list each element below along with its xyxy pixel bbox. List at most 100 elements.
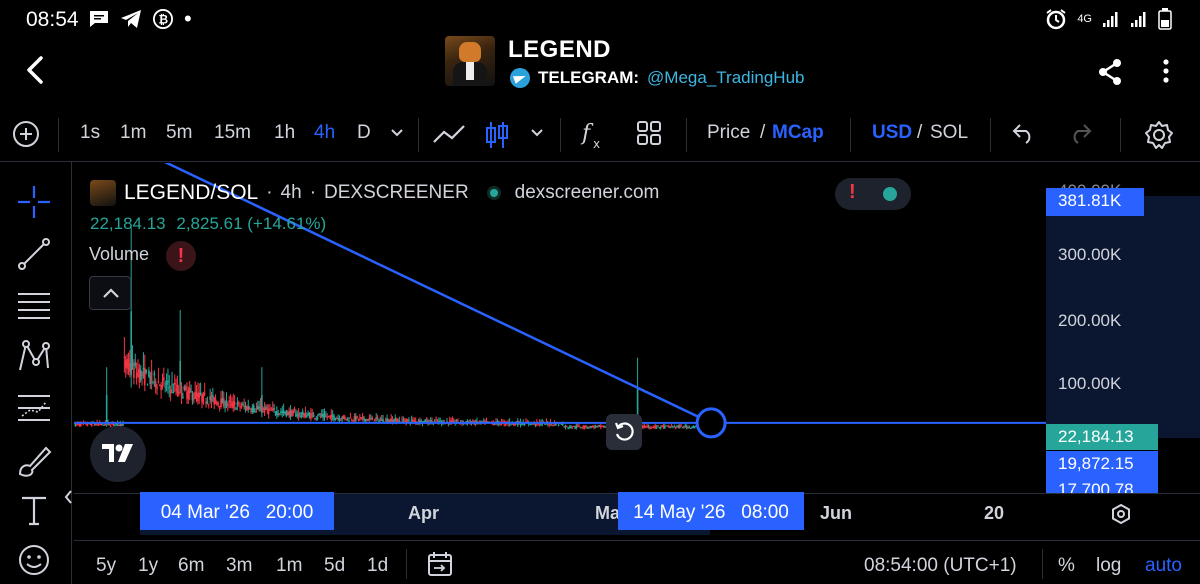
interval-d[interactable]: D: [357, 122, 371, 144]
candle-body: [327, 415, 330, 417]
range-1m[interactable]: 1m: [276, 555, 302, 577]
range-5d[interactable]: 5d: [324, 555, 345, 577]
reset-chart-button[interactable]: [606, 414, 642, 450]
clock[interactable]: 08:54:00 (UTC+1): [864, 555, 1017, 577]
more-icon[interactable]: [1162, 58, 1170, 84]
telegram-link[interactable]: TELEGRAM: @Mega_TradingHub: [510, 68, 804, 88]
interval-1s[interactable]: 1s: [80, 122, 100, 144]
candle-body: [665, 425, 667, 427]
candle-body: [154, 381, 157, 388]
candle-body: [664, 425, 666, 429]
candle-body: [683, 425, 685, 428]
candle-body: [255, 408, 258, 410]
chart-toolbar: 1s 1m 5m 15m 1h 4h D fx Price / MCap USD…: [0, 108, 1200, 162]
interval-4h[interactable]: 4h: [314, 122, 335, 144]
text-tool-icon[interactable]: [16, 492, 52, 528]
candle-body: [171, 384, 173, 386]
layout-grid-icon[interactable]: [636, 120, 662, 146]
candle-body: [323, 413, 326, 419]
candle-body: [677, 425, 680, 428]
indicators-icon[interactable]: fx: [580, 118, 606, 152]
goto-date-icon[interactable]: [426, 551, 454, 577]
candle-body: [295, 413, 297, 417]
range-3m[interactable]: 3m: [226, 555, 252, 577]
candle-body: [139, 370, 142, 380]
auto-toggle[interactable]: auto: [1145, 555, 1182, 577]
candle-body: [250, 411, 252, 413]
candle-body: [693, 426, 696, 428]
candle-body: [247, 406, 250, 410]
interval-5m[interactable]: 5m: [166, 122, 192, 144]
candle-body: [157, 381, 160, 383]
bitcoin-icon: ₿: [153, 9, 173, 29]
candle-body: [312, 414, 315, 418]
interval-15m[interactable]: 15m: [214, 122, 251, 144]
trend-line-icon[interactable]: [16, 236, 52, 272]
candle-body: [364, 418, 367, 422]
forecast-icon[interactable]: [16, 390, 52, 426]
status-pill[interactable]: !: [835, 178, 911, 210]
tradingview-logo[interactable]: [90, 426, 146, 482]
range-1y[interactable]: 1y: [138, 555, 158, 577]
candle-body: [285, 410, 288, 417]
candle-body: [586, 427, 589, 429]
candle-body: [280, 411, 282, 413]
candle-body: [137, 371, 139, 373]
add-icon[interactable]: [12, 120, 40, 148]
interval-1h[interactable]: 1h: [274, 122, 295, 144]
volume-label[interactable]: Volume: [89, 244, 149, 265]
line-chart-icon[interactable]: [432, 122, 466, 146]
range-6m[interactable]: 6m: [178, 555, 204, 577]
price-toggle[interactable]: Price: [707, 122, 750, 144]
candle-body: [578, 425, 580, 427]
crosshair-time-start: 04 Mar '26 20:00: [140, 492, 334, 530]
emoji-icon[interactable]: [16, 542, 52, 578]
price-tick: 300.00K: [1058, 245, 1122, 264]
time-scale-settings-icon[interactable]: [1110, 503, 1132, 525]
candle-body: [598, 425, 601, 427]
percent-toggle[interactable]: %: [1058, 555, 1075, 577]
candle-body: [331, 415, 334, 417]
candle-body: [233, 402, 236, 406]
usd-toggle[interactable]: USD: [872, 122, 912, 144]
log-toggle[interactable]: log: [1096, 555, 1121, 577]
candle-body: [288, 411, 290, 415]
settings-gear-icon[interactable]: [1144, 120, 1174, 150]
candle-body: [326, 416, 329, 418]
candle-body: [376, 417, 379, 419]
chevron-down-icon[interactable]: [530, 128, 544, 138]
horizontal-lines-icon[interactable]: [16, 288, 52, 324]
sol-toggle[interactable]: SOL: [930, 122, 968, 144]
candle-body: [684, 425, 687, 427]
candle-body: [646, 426, 648, 428]
pattern-icon[interactable]: [16, 338, 52, 374]
interval-1m[interactable]: 1m: [120, 122, 146, 144]
candle-body: [375, 417, 378, 419]
brush-icon[interactable]: [16, 442, 52, 478]
candle-body: [589, 425, 591, 428]
candle-body: [602, 425, 605, 428]
candle-body: [398, 420, 401, 422]
mcap-toggle[interactable]: MCap: [772, 122, 824, 144]
collapse-panel-chevron-icon[interactable]: [62, 488, 74, 506]
candles-icon[interactable]: [484, 120, 510, 150]
collapse-indicators-button[interactable]: [89, 276, 131, 310]
share-icon[interactable]: [1097, 58, 1123, 86]
candle-body: [394, 418, 397, 421]
volume-warning-icon[interactable]: !: [166, 241, 196, 271]
range-1d[interactable]: 1d: [367, 555, 388, 577]
candle-body: [209, 396, 211, 400]
range-5y[interactable]: 5y: [96, 555, 116, 577]
candle-body: [575, 425, 578, 428]
back-icon[interactable]: [22, 54, 48, 86]
candle-body: [191, 393, 194, 401]
candle-body: [86, 424, 89, 426]
symbol-name[interactable]: LEGEND/SOL: [124, 181, 258, 205]
chevron-down-icon[interactable]: [390, 128, 404, 138]
candle-body: [277, 413, 280, 416]
telegram-handle[interactable]: @Mega_TradingHub: [647, 68, 804, 88]
undo-icon[interactable]: [1012, 122, 1036, 144]
chart-legend[interactable]: LEGEND/SOL · 4h · DEXSCREENER dexscreene…: [90, 180, 659, 206]
redo-icon[interactable]: [1068, 122, 1092, 144]
crosshair-icon[interactable]: [16, 184, 52, 220]
